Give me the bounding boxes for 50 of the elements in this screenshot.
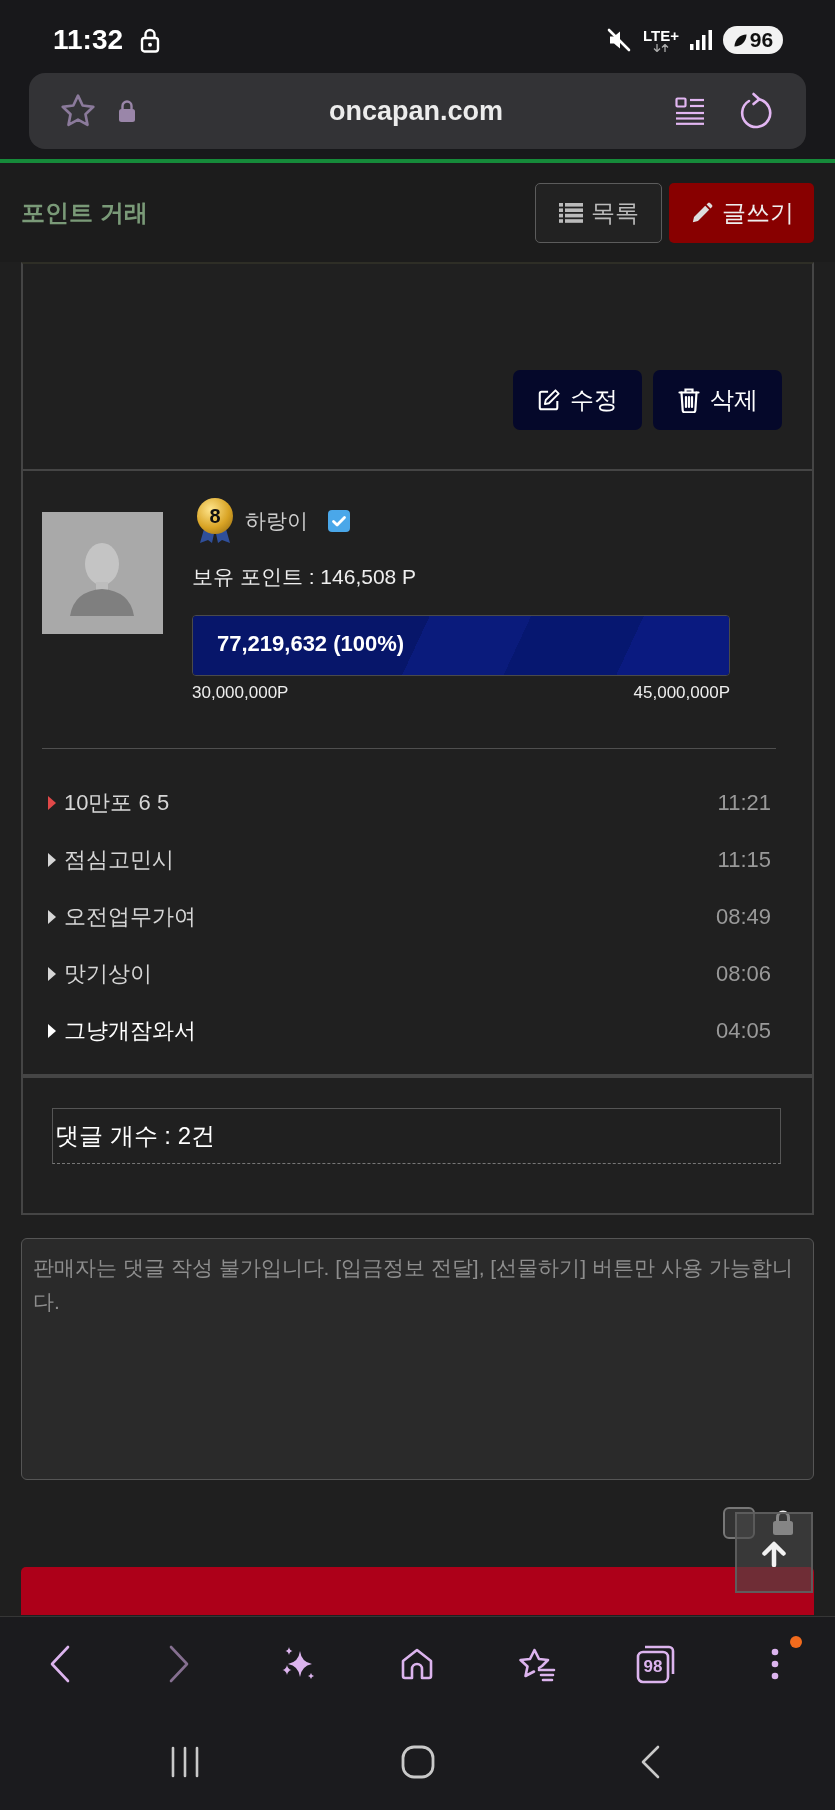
post-time: 08:06 xyxy=(715,960,771,987)
list-icon xyxy=(558,201,583,224)
author-name: 하랑이 xyxy=(245,507,308,534)
trash-icon xyxy=(677,387,701,413)
data-arrows-icon xyxy=(653,44,669,52)
network-type: LTE+ xyxy=(643,28,679,44)
refresh-icon[interactable] xyxy=(738,91,774,131)
signal-icon xyxy=(690,30,712,50)
reader-icon[interactable] xyxy=(675,97,705,125)
progress-value: 77,219,632 (100%) xyxy=(216,630,405,657)
page-title: 포인트 거래 xyxy=(21,197,148,228)
comment-field[interactable]: 판매자는 댓글 작성 불가입니다. [입금정보 전달], [선물하기] 버튼만 사용 가능합니다. xyxy=(21,1238,814,1480)
range-min: 30,000,000P xyxy=(192,683,289,703)
clock-time: 11:32 xyxy=(53,24,124,56)
back-icon[interactable] xyxy=(640,1745,661,1779)
more-icon[interactable] xyxy=(771,1647,780,1680)
comment-count: 댓글 개수 : 2건 xyxy=(52,1108,781,1164)
scroll-to-top-button[interactable] xyxy=(735,1512,813,1593)
leaf-icon xyxy=(732,32,748,48)
edit-icon xyxy=(537,387,561,413)
home-button-icon[interactable] xyxy=(400,1745,435,1779)
post-link[interactable]: 그냥개잠와서 xyxy=(64,1015,196,1046)
battery-level: 96 xyxy=(749,28,774,52)
post-time: 11:15 xyxy=(717,846,771,873)
edit-button[interactable]: 수정 xyxy=(513,370,642,430)
secret-checkbox[interactable] xyxy=(723,1507,755,1539)
lock-icon xyxy=(772,1510,794,1536)
write-button[interactable]: 글쓰기 xyxy=(669,182,814,243)
tab-switcher-button[interactable]: 98 xyxy=(636,1643,677,1684)
post-link[interactable]: 오전업무가여 xyxy=(64,901,196,932)
range-max: 45,000,000P xyxy=(633,683,730,703)
level-badge: 8 xyxy=(197,498,233,534)
post-link[interactable]: 점심고민시 xyxy=(64,844,174,875)
post-link[interactable]: 10만포 6 5 xyxy=(64,787,170,818)
post-link[interactable]: 맛기상이 xyxy=(64,958,152,989)
post-time: 11:21 xyxy=(717,789,771,816)
lock-icon xyxy=(118,99,136,123)
address-bar[interactable]: oncapan.com xyxy=(29,73,806,149)
url-text: oncapan.com xyxy=(328,95,503,127)
post-time: 08:49 xyxy=(715,903,771,930)
delete-button[interactable]: 삭제 xyxy=(653,370,782,430)
lock-icon xyxy=(140,27,161,53)
back-icon[interactable] xyxy=(48,1644,71,1683)
mute-icon xyxy=(606,27,632,53)
post-time: 04:05 xyxy=(715,1017,771,1044)
recent-apps-icon[interactable] xyxy=(169,1746,200,1778)
points-text: 보유 포인트 : 146,508 P xyxy=(192,564,417,590)
list-button[interactable]: 목록 xyxy=(535,182,662,243)
stacked-squares-icon xyxy=(636,1643,677,1684)
ribbon-icon xyxy=(200,529,230,543)
